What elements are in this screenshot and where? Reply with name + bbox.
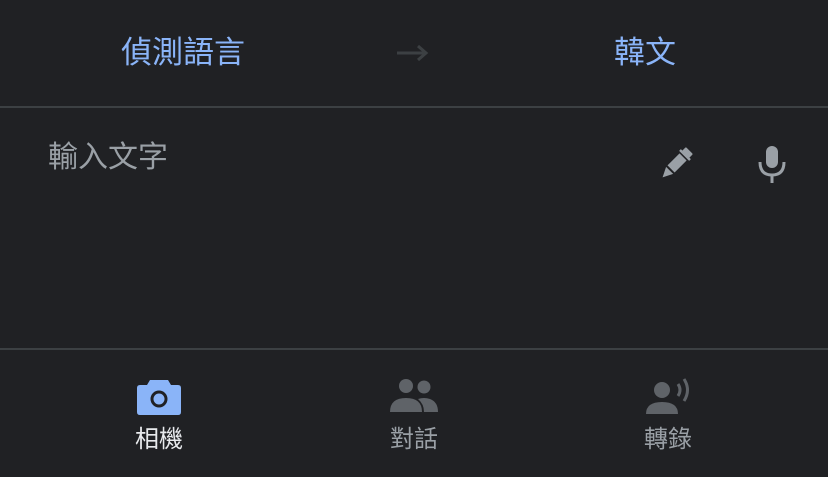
arrow-right-icon bbox=[397, 44, 429, 62]
tab-transcribe[interactable]: 轉錄 bbox=[593, 376, 743, 466]
camera-icon bbox=[137, 380, 181, 415]
tab-conversation[interactable]: 對話 bbox=[339, 376, 489, 466]
text-input-area[interactable]: 輸入文字 bbox=[0, 108, 828, 350]
source-language-button[interactable]: 偵測語言 bbox=[88, 30, 278, 76]
target-language-button[interactable]: 韓文 bbox=[560, 30, 730, 76]
tab-label: 轉錄 bbox=[644, 425, 692, 453]
voice-input-button[interactable] bbox=[750, 142, 794, 186]
text-input-placeholder[interactable]: 輸入文字 bbox=[48, 138, 168, 178]
transcribe-icon bbox=[646, 378, 689, 414]
microphone-icon bbox=[758, 146, 786, 183]
pen-icon bbox=[662, 147, 693, 178]
tab-camera[interactable]: 相機 bbox=[84, 376, 234, 466]
bottom-tab-bar: 相機 對話 轉錄 bbox=[0, 350, 828, 477]
handwriting-button[interactable] bbox=[654, 142, 698, 186]
language-bar: 偵測語言 韓文 bbox=[0, 0, 828, 108]
tab-label: 對話 bbox=[390, 425, 438, 453]
people-icon bbox=[390, 379, 438, 412]
swap-languages-button[interactable] bbox=[393, 36, 433, 70]
tab-label: 相機 bbox=[135, 425, 183, 453]
